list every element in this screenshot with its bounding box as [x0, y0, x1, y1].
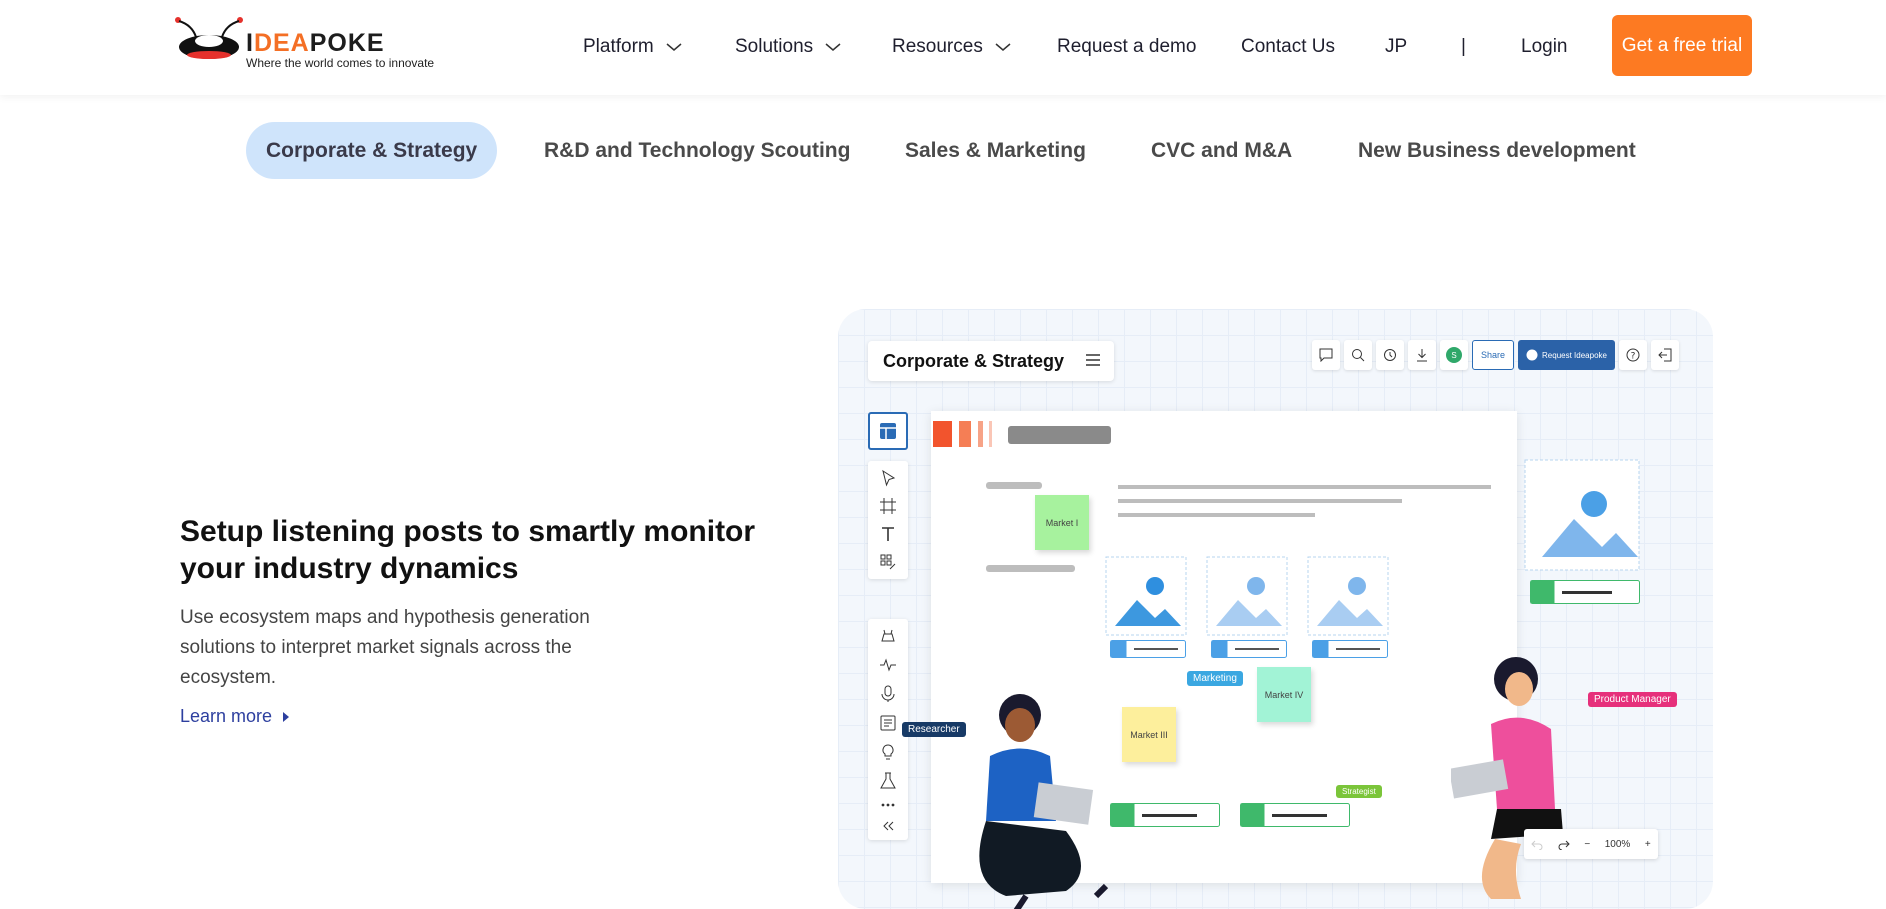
- frame-icon: [880, 498, 896, 514]
- zoom-controls: − 100% +: [1524, 829, 1658, 859]
- site-header: IDEAPOKE Where the world comes to innova…: [0, 0, 1886, 95]
- tag-strategist: Strategist: [1336, 785, 1382, 798]
- nav-label: Solutions: [735, 36, 814, 57]
- chevron-down-icon: [995, 43, 1011, 51]
- learn-more-link[interactable]: Learn more: [180, 706, 290, 727]
- tab-corporate-strategy[interactable]: Corporate & Strategy: [246, 122, 498, 179]
- lightbulb-icon: [882, 744, 894, 760]
- board-title-card: Corporate & Strategy: [868, 341, 1114, 381]
- ideapoke-logo[interactable]: IDEAPOKE Where the world comes to innova…: [174, 13, 434, 73]
- chevron-down-icon: [825, 43, 841, 51]
- tag-marketing: Marketing: [1187, 671, 1243, 686]
- nav-label: Platform: [583, 36, 654, 57]
- brand-tagline: Where the world comes to innovate: [246, 56, 435, 70]
- nav-divider: |: [1461, 36, 1466, 57]
- board-toolbar: S Share Request Ideapoke ?: [1312, 339, 1686, 371]
- nav-solutions[interactable]: Solutions: [735, 32, 841, 62]
- nav-resources[interactable]: Resources: [892, 32, 1011, 62]
- nav-login[interactable]: Login: [1521, 32, 1568, 62]
- tab-rnd-technology-scouting[interactable]: R&D and Technology Scouting: [544, 122, 850, 179]
- caption-bar-green: [1530, 580, 1640, 604]
- news-icon: [880, 715, 896, 731]
- brand-wordmark: IDEAPOKE: [246, 29, 385, 57]
- caret-right-icon: [283, 711, 290, 722]
- undo-icon: [1531, 840, 1543, 850]
- nav-platform[interactable]: Platform: [583, 32, 682, 62]
- sticky-note-market-3: Market III: [1122, 707, 1176, 762]
- section-headline: Setup listening posts to smartly monitor…: [180, 515, 756, 585]
- svg-text:?: ?: [1631, 352, 1636, 362]
- chevron-down-icon: [666, 43, 682, 51]
- nav-contact-us[interactable]: Contact Us: [1241, 32, 1335, 62]
- nav-label: Resources: [892, 36, 983, 57]
- drawing-tools: [868, 461, 908, 579]
- caption-bar-green: [1110, 803, 1220, 827]
- free-trial-button[interactable]: Get a free trial: [1612, 15, 1752, 76]
- help-icon: ?: [1618, 340, 1647, 370]
- apps-grid-icon: [880, 554, 896, 570]
- ant-mascot-icon: [175, 17, 243, 59]
- share-button: Share: [1472, 340, 1515, 370]
- image-placeholder-icon: [1105, 556, 1187, 636]
- flask-icon: [880, 772, 896, 789]
- ant-tool-icon: [881, 629, 895, 642]
- image-placeholder-icon: [1206, 556, 1288, 636]
- tab-cvc-ma[interactable]: CVC and M&A: [1151, 122, 1292, 179]
- cursor-icon: [882, 469, 896, 487]
- caption-bar: [1110, 640, 1186, 658]
- redo-icon: [1558, 840, 1570, 850]
- download-icon: [1408, 340, 1436, 370]
- caption-bar: [1312, 640, 1388, 658]
- hamburger-menu-icon: [1086, 354, 1100, 366]
- section-description: Use ecosystem maps and hypothesis genera…: [180, 607, 590, 688]
- layout-icon: [868, 412, 908, 450]
- collapse-icon: [883, 821, 894, 831]
- board-title: Corporate & Strategy: [883, 350, 1065, 371]
- product-illustration: Corporate & Strategy S Share Request Ide…: [838, 309, 1713, 909]
- nav-language-jp[interactable]: JP: [1385, 32, 1407, 62]
- pulse-icon: [880, 658, 896, 672]
- text-icon: [882, 527, 894, 541]
- tag-product-manager: Product Manager: [1588, 692, 1677, 707]
- image-placeholder-icon: [1307, 556, 1389, 636]
- more-dots-icon: [881, 803, 895, 807]
- microphone-icon: [881, 685, 895, 702]
- zoom-level: 100%: [1604, 838, 1631, 850]
- image-placeholder-large-icon: [1524, 459, 1640, 571]
- nav-request-demo[interactable]: Request a demo: [1057, 32, 1196, 62]
- tag-researcher: Researcher: [902, 722, 966, 737]
- comment-icon: [1312, 340, 1340, 370]
- learn-more-label: Learn more: [180, 706, 273, 726]
- exit-icon: [1650, 340, 1679, 370]
- sticky-note-market-4: Market IV: [1257, 667, 1311, 722]
- user-avatar: S: [1440, 340, 1468, 370]
- tab-new-business-development[interactable]: New Business development: [1358, 122, 1636, 179]
- tab-sales-marketing[interactable]: Sales & Marketing: [905, 122, 1086, 179]
- caption-bar: [1211, 640, 1287, 658]
- caption-bar-green: [1240, 803, 1350, 827]
- sticky-note-market-1: Market I: [1035, 495, 1089, 550]
- researcher-illustration: [979, 694, 1109, 909]
- request-ideapoke-button: Request Ideapoke: [1518, 340, 1615, 370]
- zoom-out-icon: −: [1584, 838, 1591, 850]
- search-icon: [1344, 340, 1372, 370]
- ideapoke-mini-icon: [1526, 349, 1538, 361]
- zoom-in-icon: +: [1644, 838, 1651, 850]
- product-manager-illustration: [1451, 657, 1563, 899]
- history-icon: [1376, 340, 1404, 370]
